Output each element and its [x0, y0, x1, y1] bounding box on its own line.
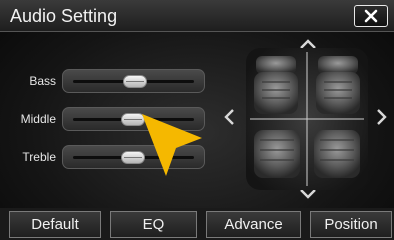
default-button[interactable]: Default: [9, 211, 101, 238]
bass-slider[interactable]: [62, 69, 205, 93]
position-button[interactable]: Position: [310, 211, 392, 238]
close-icon: [364, 9, 378, 23]
arrow-right-button[interactable]: [376, 108, 388, 126]
eq-button[interactable]: EQ: [110, 211, 197, 238]
chevron-up-icon: [300, 39, 316, 49]
audio-setting-screen: Audio Setting Bass Middle Treble Default…: [0, 0, 394, 240]
balance-fader-area[interactable]: [246, 48, 368, 190]
chevron-right-icon: [377, 109, 387, 125]
treble-label: Treble: [22, 150, 56, 164]
advance-button[interactable]: Advance: [206, 211, 301, 238]
page-title: Audio Setting: [10, 6, 118, 26]
pointer-cursor-icon: [142, 114, 202, 176]
chevron-down-icon: [300, 189, 316, 199]
middle-label: Middle: [20, 112, 56, 126]
bass-label: Bass: [29, 74, 56, 88]
arrow-left-button[interactable]: [223, 108, 235, 126]
title-bar: Audio Setting: [0, 0, 394, 32]
close-button[interactable]: [354, 5, 388, 27]
chevron-left-icon: [224, 109, 234, 125]
car-seats-image: [246, 48, 368, 190]
bass-slider-thumb[interactable]: [122, 75, 147, 88]
